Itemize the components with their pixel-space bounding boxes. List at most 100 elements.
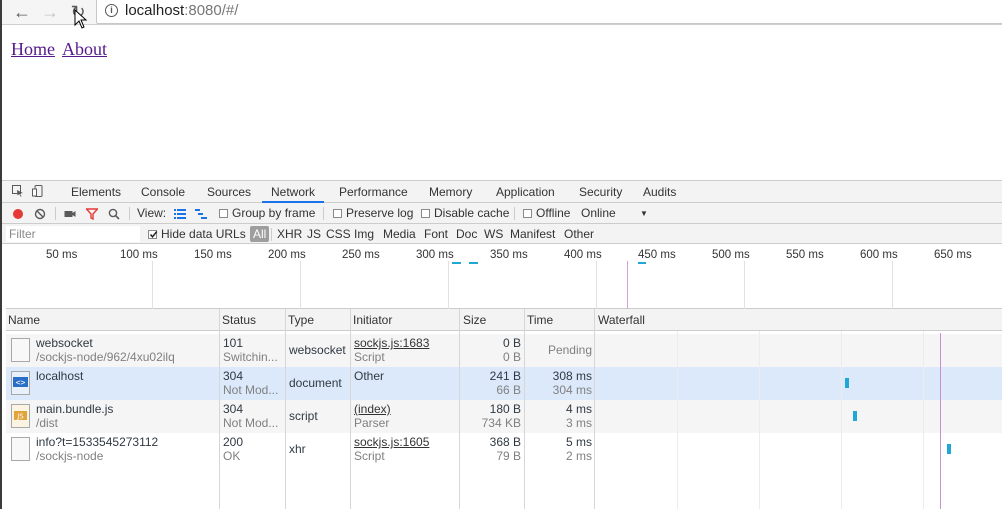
waterfall-bar[interactable] (946, 444, 951, 454)
filter-type-js[interactable]: JS (307, 226, 321, 242)
overview-tick-label: 650 ms (934, 249, 972, 261)
forward-icon[interactable]: → (39, 1, 61, 23)
overview-tick-label: 100 ms (120, 249, 158, 261)
tab-memory[interactable]: Memory (429, 181, 472, 203)
throttling-select[interactable]: Online ▼ (581, 203, 648, 224)
tab-sources[interactable]: Sources (207, 181, 251, 203)
large-rows-icon[interactable] (174, 208, 186, 220)
waterfall-bar[interactable] (844, 378, 849, 388)
request-row[interactable]: JS main.bundle.js/dist 304 Not Mod... script… (6, 400, 1002, 433)
column-size[interactable]: Size (461, 309, 486, 331)
network-overview-timeline[interactable]: 50 ms 100 ms 150 ms 200 ms 250 ms 300 ms 350 m… (6, 245, 1002, 309)
disable-cache-checkbox[interactable]: Disable cache (421, 203, 509, 224)
screenshot-camera-icon[interactable] (64, 208, 76, 220)
throttling-value: Online (581, 206, 616, 220)
request-initiator[interactable]: sockjs.js:1605 Script (354, 435, 459, 463)
column-status[interactable]: Status (220, 309, 256, 331)
tab-security[interactable]: Security (579, 181, 622, 203)
request-type-value: xhr (289, 442, 306, 456)
request-initiator[interactable]: sockjs.js:1683 Script (354, 336, 459, 364)
info-icon[interactable]: i (105, 4, 118, 17)
request-name: websocket/sockjs-node/962/4xu02ilq (36, 336, 218, 364)
preserve-log-label: Preserve log (346, 206, 414, 220)
request-size-subvalue: 734 KB (481, 416, 521, 430)
request-status: 304 Not Mod... (223, 369, 285, 397)
request-status-subvalue: Switchin... (223, 350, 278, 364)
tab-audits[interactable]: Audits (643, 181, 676, 203)
request-row[interactable]: websocket/sockjs-node/962/4xu02ilq 101 Swi… (6, 334, 1002, 367)
overview-tick-label: 300 ms (416, 249, 454, 261)
filter-type-all[interactable]: All (250, 226, 270, 242)
tab-network[interactable]: Network (262, 181, 325, 203)
overview-tick-label: 500 ms (712, 249, 750, 261)
request-time-subvalue: 2 ms (565, 449, 592, 463)
request-time: 308 ms 304 ms (528, 369, 592, 397)
inspect-element-icon[interactable] (12, 185, 24, 197)
tab-elements[interactable]: Elements (71, 181, 121, 203)
column-divider (524, 309, 525, 509)
column-waterfall[interactable]: Waterfall (596, 309, 645, 331)
column-divider (350, 309, 351, 509)
html-file-icon: <> (11, 371, 30, 395)
request-row[interactable]: info?t=1533545273112/sockjs-node 200 OK xhr… (6, 433, 1002, 466)
address-bar[interactable]: i localhost:8080/#/ (96, 0, 1002, 24)
filter-input[interactable] (6, 226, 140, 242)
search-icon[interactable] (108, 208, 120, 220)
waterfall-overview-icon[interactable] (195, 208, 207, 220)
request-time: 5 ms 2 ms (528, 435, 592, 463)
disable-cache-label: Disable cache (434, 206, 510, 220)
tab-performance[interactable]: Performance (339, 181, 408, 203)
column-name[interactable]: Name (6, 309, 40, 331)
filter-type-other[interactable]: Other (564, 226, 594, 242)
record-icon[interactable] (12, 208, 24, 220)
request-type: script (289, 409, 351, 423)
tab-console[interactable]: Console (141, 181, 185, 203)
filter-type-media[interactable]: Media (383, 226, 416, 242)
filter-type-manifest[interactable]: Manifest (510, 226, 555, 242)
offline-checkbox[interactable]: Offline (523, 203, 570, 224)
request-type-value: document (289, 376, 342, 390)
file-icon (11, 338, 30, 362)
request-name-value: websocket (36, 336, 93, 350)
request-initiator-value[interactable]: sockjs.js:1683 (354, 336, 459, 350)
filter-type-img[interactable]: Img (354, 226, 374, 242)
filter-type-ws[interactable]: WS (484, 226, 503, 242)
overview-tick-label: 400 ms (564, 249, 602, 261)
request-time-subvalue: 304 ms (552, 383, 592, 397)
column-type[interactable]: Type (286, 309, 314, 331)
device-toolbar-icon[interactable] (32, 185, 44, 197)
hide-data-urls-checkbox[interactable]: Hide data URLs (148, 224, 246, 244)
filter-type-font[interactable]: Font (424, 226, 448, 242)
filter-type-doc[interactable]: Doc (456, 226, 477, 242)
request-table-header: Name Status Type Initiator Size Time Wat… (6, 309, 1002, 331)
request-time-subvalue: 3 ms (565, 416, 592, 430)
filter-type-xhr[interactable]: XHR (277, 226, 302, 242)
request-status-subvalue: OK (223, 449, 241, 463)
tab-application[interactable]: Application (496, 181, 555, 203)
request-initiator[interactable]: (index) Parser (354, 402, 459, 430)
request-size-value: 241 B (489, 369, 521, 383)
overview-grid-line (448, 261, 449, 309)
home-link[interactable]: Home (11, 39, 55, 60)
request-initiator-subvalue: Parser (354, 416, 390, 430)
waterfall-bar[interactable] (853, 411, 858, 421)
request-status-value: 304 (223, 369, 244, 383)
dom-content-loaded-line (940, 333, 941, 509)
request-time-value: 308 ms (552, 369, 592, 383)
about-link[interactable]: About (62, 39, 107, 60)
filter-type-css[interactable]: CSS (326, 226, 351, 242)
request-initiator-value[interactable]: (index) (354, 402, 459, 416)
preserve-log-checkbox[interactable]: Preserve log (333, 203, 413, 224)
url-text[interactable]: localhost:8080/#/ (125, 2, 238, 19)
overview-grid-line (152, 261, 153, 309)
column-divider (594, 309, 595, 509)
request-status: 101 Switchin... (223, 336, 285, 364)
group-by-frame-checkbox[interactable]: Group by frame (219, 203, 315, 224)
request-initiator-value[interactable]: sockjs.js:1605 (354, 435, 459, 449)
back-icon[interactable]: ← (11, 1, 33, 23)
filter-icon[interactable] (86, 208, 98, 220)
column-initiator[interactable]: Initiator (351, 309, 392, 331)
column-time[interactable]: Time (525, 309, 553, 331)
request-row[interactable]: <> localhost 304 Not Mod... document Other 241… (6, 367, 1002, 400)
clear-icon[interactable] (34, 208, 46, 220)
